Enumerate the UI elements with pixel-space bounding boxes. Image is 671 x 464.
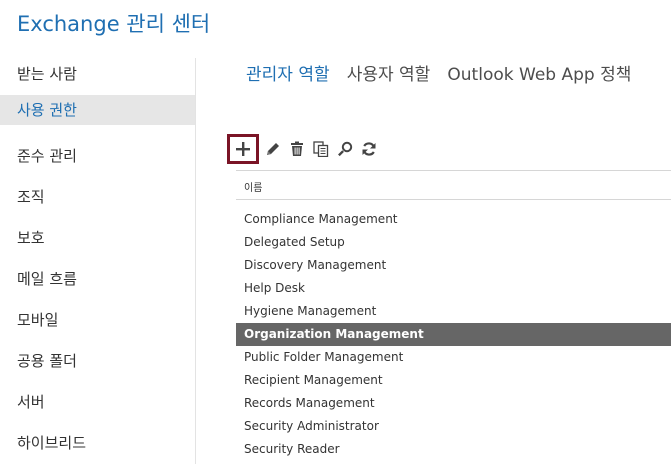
app-title: Exchange 관리 센터 <box>17 12 211 36</box>
copy-icon <box>313 141 329 157</box>
add-button[interactable] <box>227 134 259 164</box>
sidebar: 받는 사람 사용 권한 준수 관리 조직 보호 메일 흐름 모바일 공용 폴더 … <box>0 54 195 464</box>
table-row-selected[interactable]: Organization Management <box>236 323 671 346</box>
table-row[interactable]: Help Desk <box>236 277 671 300</box>
table-row[interactable]: Delegated Setup <box>236 231 671 254</box>
sidebar-item-hybrid[interactable]: 하이브리드 <box>0 423 195 464</box>
sidebar-divider <box>195 58 196 464</box>
tab-owa-policies[interactable]: Outlook Web App 정책 <box>447 60 631 85</box>
sidebar-item-permissions[interactable]: 사용 권한 <box>0 95 195 125</box>
exchange-admin-center: Exchange 관리 센터 받는 사람 사용 권한 준수 관리 조직 보호 메… <box>0 0 671 464</box>
search-icon <box>338 141 353 157</box>
sidebar-item-public-folders[interactable]: 공용 폴더 <box>0 341 195 382</box>
refresh-button[interactable] <box>357 137 381 161</box>
table-row[interactable]: Recipient Management <box>236 369 671 392</box>
edit-icon <box>267 143 279 155</box>
delete-button[interactable] <box>285 137 309 161</box>
edit-button[interactable] <box>261 137 285 161</box>
table-row[interactable]: Compliance Management <box>236 208 671 231</box>
sidebar-item-mobile[interactable]: 모바일 <box>0 300 195 341</box>
refresh-icon <box>362 142 376 156</box>
table-header: 이름 <box>236 170 671 200</box>
search-button[interactable] <box>333 137 357 161</box>
tab-user-roles[interactable]: 사용자 역할 <box>347 60 431 85</box>
tab-bar: 관리자 역할 사용자 역할 Outlook Web App 정책 <box>246 60 643 85</box>
sidebar-item-protection[interactable]: 보호 <box>0 218 195 259</box>
sidebar-item-organization[interactable]: 조직 <box>0 177 195 218</box>
table-row[interactable]: Security Reader <box>236 438 671 461</box>
copy-button[interactable] <box>309 137 333 161</box>
add-icon <box>236 142 250 156</box>
role-list: Compliance Management Delegated Setup Di… <box>236 208 671 461</box>
table-row[interactable]: Public Folder Management <box>236 346 671 369</box>
sidebar-item-servers[interactable]: 서버 <box>0 382 195 423</box>
column-header-name[interactable]: 이름 <box>244 179 262 194</box>
table-row[interactable]: Discovery Management <box>236 254 671 277</box>
table-row[interactable]: Security Administrator <box>236 415 671 438</box>
table-row[interactable]: Records Management <box>236 392 671 415</box>
toolbar <box>227 132 381 166</box>
sidebar-item-recipients[interactable]: 받는 사람 <box>0 54 195 95</box>
table-row[interactable]: Hygiene Management <box>236 300 671 323</box>
sidebar-item-compliance[interactable]: 준수 관리 <box>0 136 195 177</box>
tab-admin-roles[interactable]: 관리자 역할 <box>246 60 330 85</box>
delete-icon <box>291 141 303 156</box>
sidebar-item-mail-flow[interactable]: 메일 흐름 <box>0 259 195 300</box>
